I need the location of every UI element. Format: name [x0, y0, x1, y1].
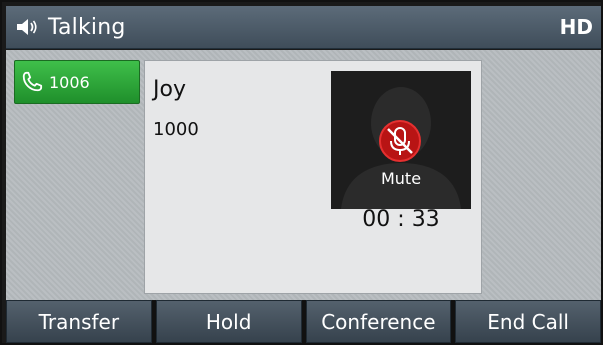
call-area: 1006 Joy 1000 Mute 00 : 33: [6, 50, 601, 300]
title-bar: Talking HD: [6, 6, 601, 49]
call-card: Joy 1000 Mute 00 : 33: [144, 60, 482, 294]
phone-icon: [22, 71, 43, 92]
contact-number: 1000: [153, 119, 199, 140]
phone-screen: Talking HD 1006 Joy 1000 Mute 00: 33 Tr…: [0, 0, 603, 345]
avatar: Mute: [331, 71, 471, 209]
line-key-label: 1006: [49, 72, 90, 92]
contact-name: Joy: [153, 77, 186, 102]
line-key-1006[interactable]: 1006: [14, 60, 140, 104]
conference-button[interactable]: Conference: [305, 300, 452, 343]
microphone-muted-icon: [379, 120, 421, 162]
transfer-button[interactable]: Transfer: [6, 300, 152, 343]
hold-button[interactable]: Hold: [155, 300, 302, 343]
softkey-bar: Transfer Hold Conference End Call: [6, 300, 601, 343]
mute-label: Mute: [380, 169, 422, 188]
speaker-icon: [17, 19, 37, 35]
call-status-title: Talking: [48, 14, 126, 40]
call-duration: 00 : 33: [362, 207, 440, 232]
hd-badge: HD: [559, 15, 593, 39]
end-call-button[interactable]: End Call: [455, 300, 601, 343]
